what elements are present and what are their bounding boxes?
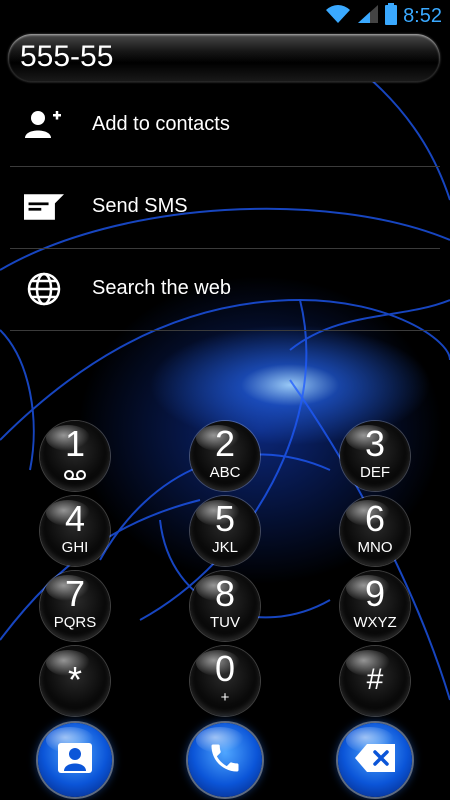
key-1[interactable]: 1 <box>40 421 110 491</box>
key-digit: 9 <box>364 573 386 614</box>
status-time: 8:52 <box>403 4 442 27</box>
backspace-icon <box>355 743 395 777</box>
voicemail-icon <box>63 468 87 486</box>
contacts-button[interactable] <box>38 723 112 797</box>
key-digit: 8 <box>214 573 236 614</box>
key-letters: DEF <box>360 464 390 481</box>
backspace-button[interactable] <box>338 723 412 797</box>
key-letters: PQRS <box>53 614 97 631</box>
key-digit: 7 <box>64 573 86 614</box>
battery-icon <box>385 2 398 30</box>
wifi-icon <box>325 4 351 29</box>
key-letters: MNO <box>357 539 393 556</box>
option-send-sms[interactable]: Send SMS <box>10 167 440 249</box>
key-digit: 1 <box>64 423 86 464</box>
contacts-icon <box>58 742 92 778</box>
key-6[interactable]: 6 MNO <box>340 496 410 566</box>
key-8[interactable]: 8 TUV <box>190 571 260 641</box>
key-digit: * <box>67 659 82 700</box>
key-2[interactable]: 2 ABC <box>190 421 260 491</box>
option-label: Add to contacts <box>92 113 230 135</box>
key-digit: 6 <box>364 498 386 539</box>
key-digit: 5 <box>214 498 236 539</box>
key-digit: 0 <box>214 648 236 689</box>
dialed-number: 555-55 <box>20 40 114 73</box>
key-0[interactable]: 0 + <box>190 646 260 716</box>
sms-icon <box>24 189 64 225</box>
globe-icon <box>24 271 64 307</box>
add-contact-icon <box>24 107 64 143</box>
key-digit: 4 <box>64 498 86 539</box>
call-button[interactable] <box>188 723 262 797</box>
key-3[interactable]: 3 DEF <box>340 421 410 491</box>
key-letters: GHI <box>61 539 89 556</box>
key-4[interactable]: 4 GHI <box>40 496 110 566</box>
key-letters: WXYZ <box>353 614 397 631</box>
option-label: Send SMS <box>92 195 188 217</box>
key-7[interactable]: 7 PQRS <box>40 571 110 641</box>
cell-signal-icon <box>357 4 379 29</box>
key-hash[interactable]: # <box>340 646 410 716</box>
key-letters: JKL <box>212 539 238 556</box>
dial-number-field[interactable]: 555-55 <box>8 34 440 82</box>
status-bar: 8:52 <box>0 0 450 32</box>
key-digit: 2 <box>214 423 236 464</box>
option-label: Search the web <box>92 277 231 299</box>
key-letters: + <box>220 689 230 706</box>
option-search-web[interactable]: Search the web <box>10 249 440 331</box>
key-letters: TUV <box>210 614 240 631</box>
key-letters: ABC <box>209 464 241 481</box>
call-icon <box>207 740 243 781</box>
key-star[interactable]: * <box>40 646 110 716</box>
key-digit: 3 <box>364 423 386 464</box>
option-add-to-contacts[interactable]: Add to contacts <box>10 85 440 167</box>
key-digit: # <box>366 663 384 696</box>
key-5[interactable]: 5 JKL <box>190 496 260 566</box>
key-9[interactable]: 9 WXYZ <box>340 571 410 641</box>
